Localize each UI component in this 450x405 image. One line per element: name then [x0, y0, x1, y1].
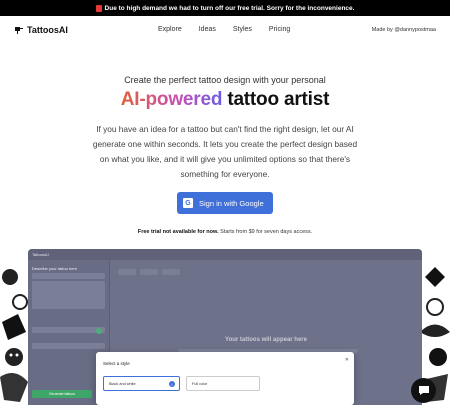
- chat-button[interactable]: [411, 378, 436, 403]
- app-preview-generate-button: Generate tattoos: [32, 390, 92, 398]
- app-preview-sidebar-title: Describe your tattoo here: [32, 266, 77, 271]
- nav-styles[interactable]: Styles: [233, 26, 252, 33]
- main-menu: Explore Ideas Styles Pricing: [158, 26, 290, 33]
- hero-description: If you have an idea for a tattoo but can…: [92, 124, 358, 179]
- made-by-link[interactable]: Made by @dannypostmaa: [372, 27, 436, 33]
- google-signin-label: Sign in with Google: [199, 198, 264, 208]
- app-preview-field: [32, 273, 105, 279]
- alert-icon: [95, 4, 102, 12]
- trial-notice-bold: Free trial not available for now.: [137, 229, 219, 235]
- app-preview-name: TattoosAI: [32, 252, 49, 257]
- hero-title-gradient: AI-powered: [120, 89, 223, 110]
- check-icon: ✓: [169, 381, 175, 387]
- app-preview-topbar: TattoosAI: [28, 249, 422, 260]
- top-nav: TattoosAI Explore Ideas Styles Pricing M…: [0, 16, 450, 46]
- style-option-label: Black and white: [109, 381, 136, 386]
- app-preview-field: [32, 327, 105, 333]
- app-preview-status-dot: [96, 328, 102, 334]
- nav-pricing[interactable]: Pricing: [269, 26, 290, 33]
- hero-subtitle: Create the perfect tattoo design with yo…: [124, 75, 326, 85]
- logo-text: TattoosAI: [27, 25, 68, 35]
- style-option-full-color[interactable]: Full color: [186, 376, 260, 391]
- nav-explore[interactable]: Explore: [158, 26, 182, 33]
- tattoo-art-left-illustration: [0, 269, 28, 402]
- hero-title: AI-powered tattoo artist: [0, 89, 450, 111]
- trial-notice: Free trial not available for now. Starts…: [0, 229, 450, 235]
- banner-text: Due to high demand we had to turn off ou…: [104, 4, 355, 12]
- google-icon: G: [183, 198, 193, 208]
- style-option-black-white[interactable]: Black and white ✓: [103, 376, 180, 391]
- style-option-label: Full color: [192, 381, 208, 386]
- logo[interactable]: TattoosAI: [14, 25, 68, 35]
- tattoo-machine-icon: [15, 27, 23, 34]
- chat-bubble-icon: [418, 386, 429, 395]
- close-icon[interactable]: ✕: [345, 357, 349, 363]
- app-preview-textarea: [32, 281, 105, 309]
- style-select-modal: Select a style ✕ Black and white ✓ Full …: [96, 352, 354, 405]
- trial-notice-rest: Starts from $9 for seven days access.: [218, 229, 313, 235]
- announcement-banner: Due to high demand we had to turn off ou…: [0, 0, 450, 16]
- hero-title-rest: tattoo artist: [222, 89, 330, 110]
- nav-ideas[interactable]: Ideas: [199, 26, 216, 33]
- app-preview-placeholder: Your tattoos will appear here: [225, 337, 307, 343]
- google-signin-button[interactable]: G Sign in with Google: [177, 192, 273, 214]
- app-preview-field: [32, 343, 105, 349]
- app-preview-tabs: [118, 269, 180, 275]
- modal-title: Select a style: [103, 361, 130, 366]
